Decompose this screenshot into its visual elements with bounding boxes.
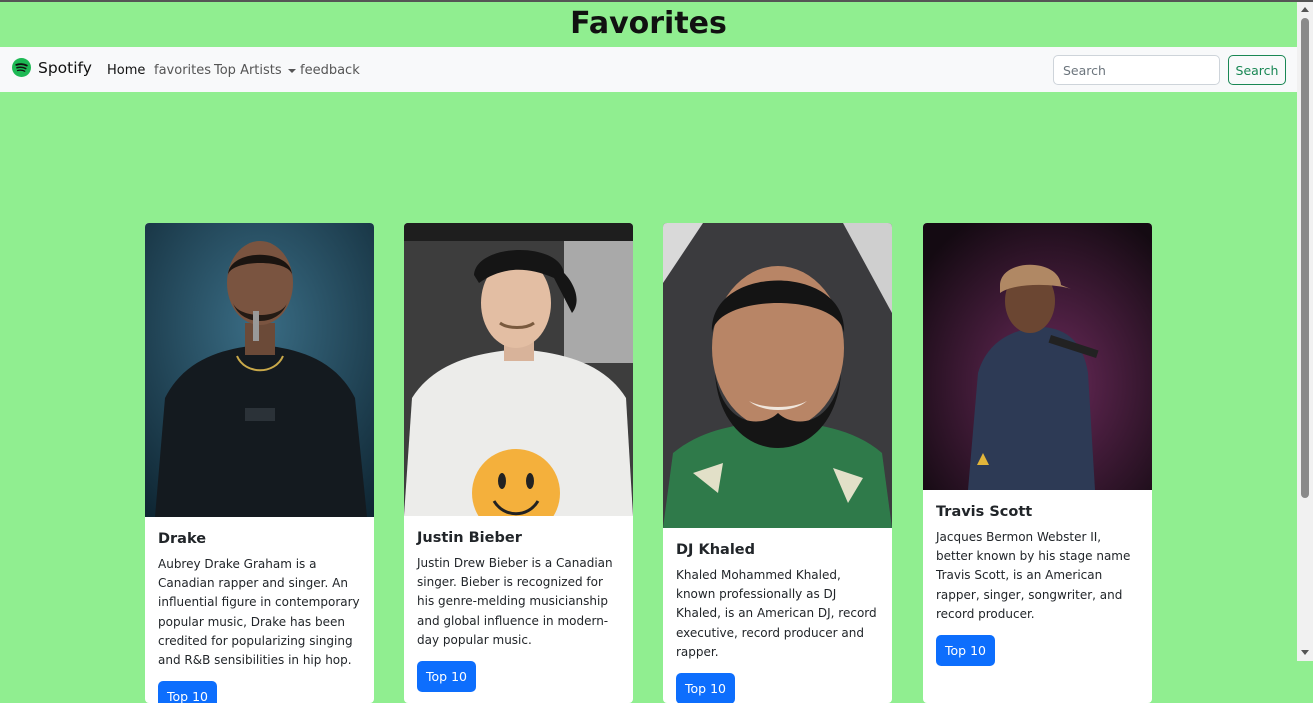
spotify-icon — [12, 58, 31, 77]
top-10-button[interactable]: Top 10 — [158, 681, 217, 703]
top-10-button[interactable]: Top 10 — [417, 661, 476, 693]
artist-name: Drake — [158, 531, 207, 547]
nav-link-top-artists[interactable]: Top Artists — [214, 63, 296, 78]
dropdown-caret-icon — [287, 68, 296, 73]
artist-description: Jacques Bermon Webster II, better known … — [936, 530, 1131, 621]
nav-link-feedback[interactable]: feedback — [300, 63, 360, 78]
scroll-down-arrow-icon[interactable] — [1301, 650, 1309, 655]
artist-image — [663, 223, 892, 528]
artist-description: Justin Drew Bieber is a Canadian singer.… — [417, 556, 613, 647]
artist-name: DJ Khaled — [676, 542, 756, 558]
nav-link-top-artists-label: Top Artists — [214, 63, 282, 78]
artist-name: Travis Scott — [936, 504, 1033, 520]
search-button[interactable]: Search — [1228, 55, 1286, 85]
navbar: Spotify Home favorites Top Artists feedb… — [0, 47, 1297, 92]
artist-card-justin-bieber: Justin Bieber Justin Drew Bieber is a Ca… — [404, 223, 633, 703]
artist-image — [923, 223, 1152, 490]
artist-card-travis-scott: Travis Scott Jacques Bermon Webster II, … — [923, 223, 1152, 703]
brand-label: Spotify — [38, 58, 92, 77]
artist-image — [404, 223, 633, 516]
artist-card-drake: Drake Aubrey Drake Graham is a Canadian … — [145, 223, 374, 703]
artist-card-dj-khaled: DJ Khaled Khaled Mohammed Khaled, known … — [663, 223, 892, 703]
artist-description: Aubrey Drake Graham is a Canadian rapper… — [158, 557, 360, 668]
search-input[interactable] — [1053, 55, 1220, 85]
page-title: Favorites — [570, 6, 727, 41]
scrollbar-thumb[interactable] — [1301, 18, 1309, 498]
scroll-up-arrow-icon[interactable] — [1301, 7, 1309, 12]
nav-link-home[interactable]: Home — [107, 63, 145, 78]
artist-description: Khaled Mohammed Khaled, known profession… — [676, 568, 877, 659]
nav-link-favorites[interactable]: favorites — [154, 63, 211, 78]
top-10-button[interactable]: Top 10 — [936, 635, 995, 667]
navbar-brand[interactable]: Spotify — [12, 58, 92, 77]
artist-name: Justin Bieber — [417, 530, 522, 546]
top-10-button[interactable]: Top 10 — [676, 673, 735, 703]
page-scrollbar[interactable] — [1297, 2, 1313, 661]
artist-image — [145, 223, 374, 517]
